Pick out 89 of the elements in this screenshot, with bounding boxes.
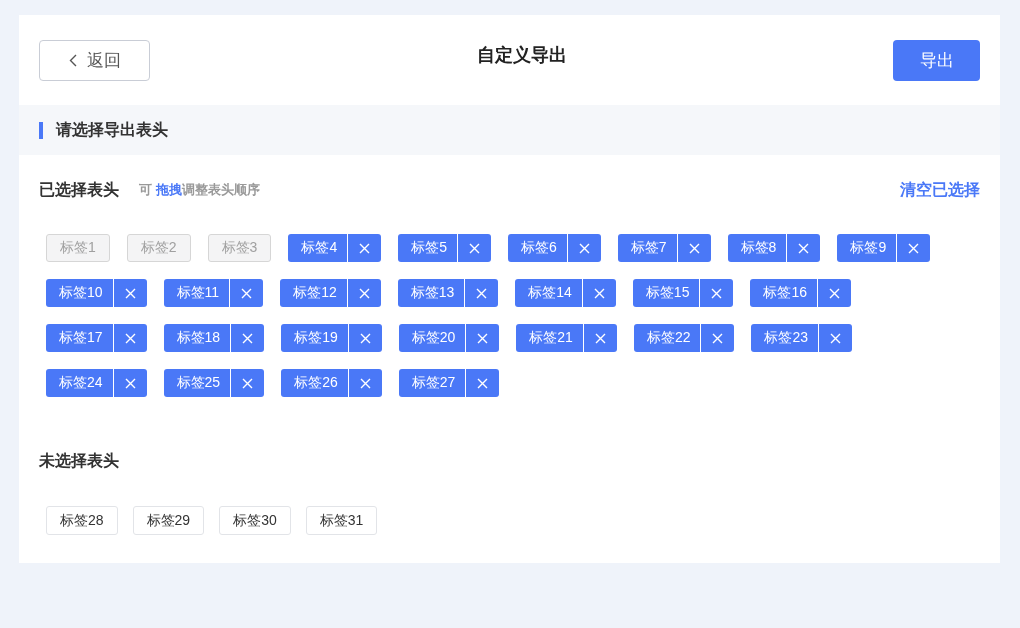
tag[interactable]: 标签22 [633,324,735,352]
tag: 标签3 [207,234,272,262]
close-icon [829,287,840,299]
tag[interactable]: 标签14 [515,279,616,307]
tag[interactable]: 标签4 [288,234,382,262]
close-icon [359,332,371,344]
tag-label: 标签10 [58,283,104,302]
tag-label: 标签24 [58,373,104,392]
tag-label: 标签4 [300,238,339,257]
chevron-left-icon [68,54,77,67]
tag[interactable]: 标签24 [46,369,147,397]
close-icon [908,242,920,254]
tag-label: 标签25 [175,373,222,392]
tag[interactable]: 标签21 [516,324,617,352]
tag-label: 标签12 [292,283,338,302]
tag-label: 标签17 [58,328,104,347]
close-icon [688,242,700,254]
close-icon [359,377,371,389]
close-icon [124,287,136,299]
tag[interactable]: 标签8 [727,234,821,262]
close-icon [594,332,606,344]
close-icon [359,242,371,254]
close-icon [469,242,480,254]
section-title: 请选择导出表头 [56,119,168,140]
tag-label: 标签21 [528,328,574,347]
close-icon [593,287,605,299]
tag-label: 标签9 [849,238,888,257]
drag-hint: 可 拖拽调整表头顺序 [139,181,260,199]
clear-selection-link[interactable]: 清空已选择 [900,179,980,201]
close-icon [830,332,842,344]
close-icon [242,377,254,389]
tag[interactable]: 标签27 [398,369,500,397]
close-icon [477,377,489,389]
export-button[interactable]: 导出 [893,39,980,81]
tag[interactable]: 标签13 [397,279,499,307]
tag[interactable]: 标签18 [163,324,265,352]
close-icon [242,332,254,344]
tag-label: 标签18 [175,328,222,347]
tag[interactable]: 标签5 [398,234,491,262]
tag[interactable]: 标签31 [305,506,378,535]
tag[interactable]: 标签28 [46,506,118,535]
tag[interactable]: 标签17 [46,324,147,352]
tag-label: 标签19 [293,328,339,347]
tag-label: 标签6 [520,238,558,257]
tag[interactable]: 标签12 [280,279,381,307]
tag-label: 标签23 [763,328,810,347]
close-icon [711,287,723,299]
accent-bar [39,121,43,139]
tag: 标签2 [126,234,191,262]
unselected-heading: 未选择表头 [39,450,119,471]
tag[interactable]: 标签6 [508,234,601,262]
tag-label: 标签22 [645,328,692,347]
tag[interactable]: 标签9 [837,234,931,262]
tag-label: 标签13 [409,283,456,302]
tag-label: 标签14 [527,283,573,302]
tag-label: 标签20 [410,328,457,347]
tag[interactable]: 标签25 [163,369,265,397]
tag[interactable]: 标签29 [132,506,205,535]
tag[interactable]: 标签15 [632,279,734,307]
close-icon [798,242,810,254]
tag-label: 标签7 [629,238,668,257]
selected-heading: 已选择表头 [39,179,119,200]
tag[interactable]: 标签26 [281,369,382,397]
tag[interactable]: 标签7 [617,234,711,262]
tag-label: 标签27 [410,373,457,392]
close-icon [712,332,724,344]
tag[interactable]: 标签19 [281,324,382,352]
close-icon [578,242,590,254]
close-icon [358,287,370,299]
close-icon [476,287,488,299]
tag[interactable]: 标签20 [398,324,500,352]
tag[interactable]: 标签30 [219,506,291,535]
close-icon [124,332,136,344]
close-icon [477,332,489,344]
tag[interactable]: 标签23 [751,324,853,352]
close-icon [241,287,253,299]
tag-label: 标签16 [762,283,808,302]
page-title: 自定义导出 [476,44,567,67]
tag-label: 标签11 [175,283,221,302]
tag-label: 标签26 [293,373,339,392]
tag-label: 标签15 [644,283,691,302]
tag[interactable]: 标签10 [46,279,147,307]
back-button[interactable]: 返回 [39,40,150,81]
close-icon [124,377,136,389]
tag[interactable]: 标签11 [163,279,264,307]
tag[interactable]: 标签16 [750,279,851,307]
tag: 标签1 [46,234,110,262]
tag-label: 标签5 [410,238,448,257]
tag-label: 标签8 [739,238,778,257]
